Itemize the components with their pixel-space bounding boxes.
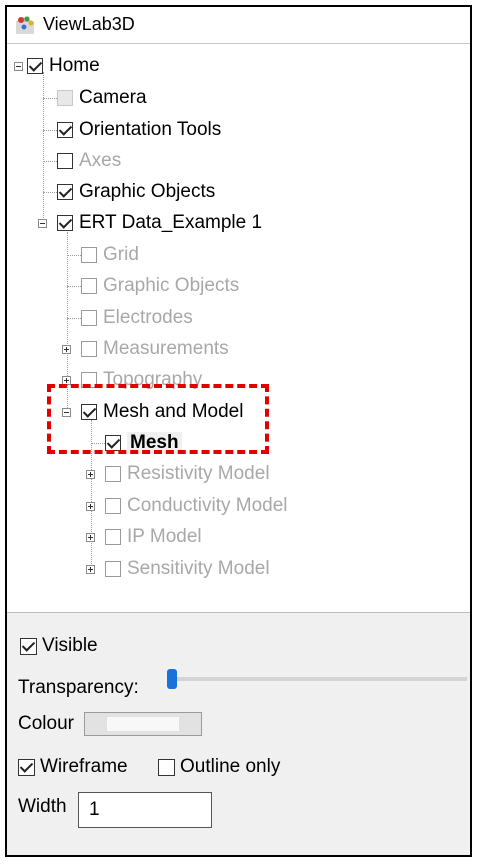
app-logo-icon: [16, 16, 34, 34]
tree-item-label: Electrodes: [103, 307, 193, 328]
expand-toggle-icon[interactable]: [86, 533, 95, 542]
tree-item-grid[interactable]: Grid: [81, 241, 139, 269]
tree-item-axes[interactable]: Axes: [57, 147, 121, 175]
tree-item-label: Measurements: [103, 338, 229, 359]
checkbox[interactable]: [105, 498, 121, 514]
wireframe-label: Wireframe: [40, 756, 128, 777]
visible-checkbox-row[interactable]: Visible: [20, 635, 98, 657]
tree-connector: [43, 72, 44, 226]
checkbox[interactable]: [81, 278, 97, 294]
scene-tree[interactable]: Home Camera Orientation Tools Axes Graph…: [7, 44, 470, 612]
tree-connector: [67, 255, 81, 256]
checkbox[interactable]: [81, 341, 97, 357]
tree-item-label: Resistivity Model: [127, 463, 270, 484]
checkbox[interactable]: [57, 122, 73, 138]
collapse-toggle-icon[interactable]: [14, 62, 23, 71]
tree-item-ert-graphic-objects[interactable]: Graphic Objects: [81, 272, 239, 300]
outline-only-checkbox[interactable]: [158, 758, 175, 776]
tree-connector: [43, 161, 57, 162]
expand-toggle-icon[interactable]: [86, 565, 95, 574]
width-label: Width: [18, 796, 67, 817]
expand-toggle-icon[interactable]: [62, 345, 71, 354]
tree-item-conductivity-model[interactable]: Conductivity Model: [105, 492, 288, 520]
transparency-slider-thumb[interactable]: [167, 669, 177, 689]
outline-only-label: Outline only: [180, 756, 281, 777]
tree-item-camera[interactable]: Camera: [57, 84, 147, 112]
checkbox[interactable]: [57, 153, 73, 169]
tree-item-sensitivity-model[interactable]: Sensitivity Model: [105, 555, 270, 583]
tree-connector: [43, 192, 57, 193]
tree-item-label: Sensitivity Model: [127, 558, 270, 579]
tree-item-ip-model[interactable]: IP Model: [105, 523, 202, 551]
checkbox[interactable]: [57, 184, 73, 200]
expand-toggle-icon[interactable]: [86, 502, 95, 511]
tree-item-ert-data[interactable]: ERT Data_Example 1: [57, 209, 262, 237]
tree-item-measurements[interactable]: Measurements: [81, 335, 229, 363]
tree-item-label: Graphic Objects: [103, 275, 240, 296]
wireframe-checkbox-row[interactable]: Wireframe: [18, 756, 128, 778]
checkbox[interactable]: [81, 247, 97, 263]
visible-label: Visible: [42, 635, 98, 656]
width-row: Width: [18, 796, 67, 818]
checkbox[interactable]: [105, 466, 121, 482]
width-input[interactable]: 1: [78, 792, 212, 828]
checkbox[interactable]: [57, 90, 73, 106]
checkbox[interactable]: [105, 561, 121, 577]
tree-connector: [43, 130, 57, 131]
transparency-slider-track[interactable]: [175, 677, 467, 681]
tree-item-graphic-objects[interactable]: Graphic Objects: [57, 178, 215, 206]
checkbox[interactable]: [105, 529, 121, 545]
title-bar: ViewLab3D: [7, 7, 470, 44]
colour-label: Colour: [18, 713, 74, 734]
tree-connector: [67, 318, 81, 319]
tree-item-home[interactable]: Home: [27, 52, 100, 80]
wireframe-checkbox[interactable]: [18, 758, 35, 776]
tree-item-orientation-tools[interactable]: Orientation Tools: [57, 116, 221, 144]
collapse-toggle-icon[interactable]: [38, 219, 47, 228]
transparency-row: Transparency:: [18, 677, 139, 699]
tree-item-electrodes[interactable]: Electrodes: [81, 304, 193, 332]
tree-connector: [67, 286, 81, 287]
tree-item-label: Grid: [103, 244, 139, 265]
visible-checkbox[interactable]: [20, 637, 37, 655]
tree-item-label: Camera: [79, 87, 147, 108]
transparency-label: Transparency:: [18, 677, 139, 698]
tree-item-label: Orientation Tools: [79, 119, 222, 140]
colour-picker-button[interactable]: [84, 712, 202, 736]
window-title: ViewLab3D: [43, 14, 135, 34]
tree-item-label: Axes: [79, 150, 122, 171]
outline-only-checkbox-row[interactable]: Outline only: [158, 756, 280, 778]
tree-connector: [43, 98, 57, 99]
tree-item-label: Conductivity Model: [127, 495, 288, 516]
tree-item-label: Graphic Objects: [79, 181, 216, 202]
tree-item-label: Home: [49, 55, 100, 76]
tree-item-label: ERT Data_Example 1: [79, 212, 263, 233]
checkbox[interactable]: [57, 215, 73, 231]
colour-row: Colour: [18, 713, 74, 735]
checkbox[interactable]: [27, 58, 43, 74]
annotation-highlight-box: [47, 384, 269, 454]
expand-toggle-icon[interactable]: [86, 470, 95, 479]
tree-item-resistivity-model[interactable]: Resistivity Model: [105, 460, 270, 488]
colour-swatch: [107, 717, 179, 731]
tree-item-label: IP Model: [127, 526, 202, 547]
checkbox[interactable]: [81, 310, 97, 326]
